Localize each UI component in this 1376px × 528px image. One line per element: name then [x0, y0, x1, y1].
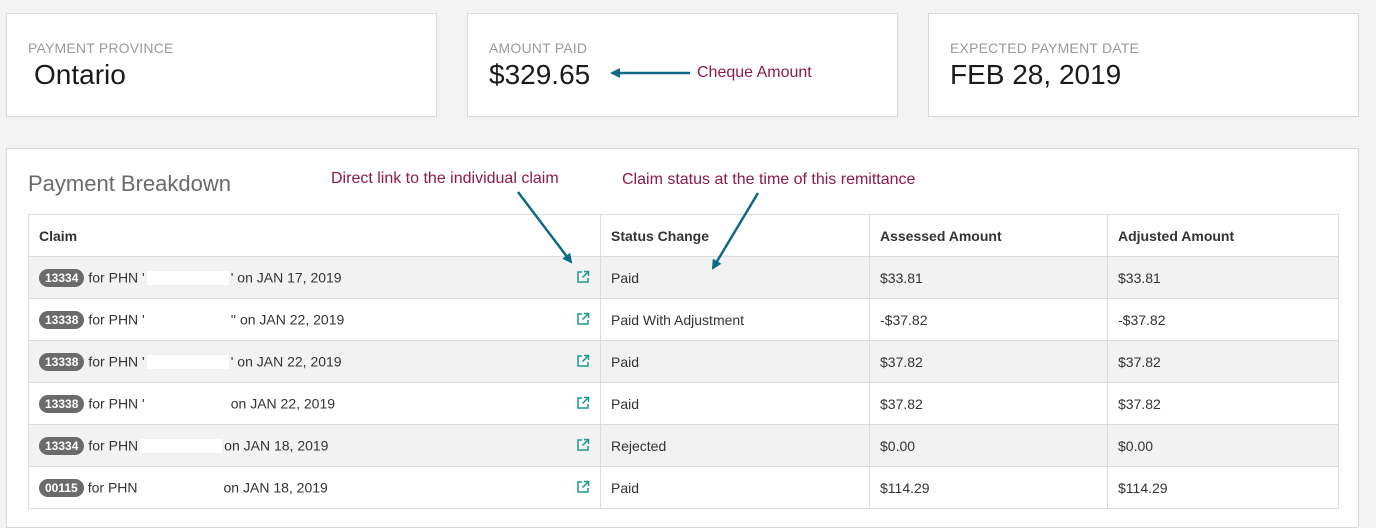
assessed-amount-cell: $33.81 — [869, 256, 1108, 299]
adjusted-amount-cell: $33.81 — [1107, 256, 1339, 299]
status-change-cell: Rejected — [600, 424, 870, 467]
claim-cell: 00115 for PHN on JAN 18, 2019 — [28, 466, 601, 509]
payment-province-value: Ontario — [34, 59, 126, 90]
claim-cell: 13338 for PHN ' ' on JAN 22, 2019 — [28, 340, 601, 383]
payment-breakdown-table: Claim Status Change Assessed Amount Adju… — [28, 214, 1339, 509]
claim-date-text: '' on JAN 22, 2019 — [230, 311, 345, 328]
column-header-claim: Claim — [28, 214, 601, 257]
assessed-amount-cell: $37.82 — [869, 382, 1108, 425]
external-link-icon[interactable] — [576, 396, 590, 410]
adjusted-amount-cell: -$37.82 — [1107, 298, 1339, 341]
assessed-amount-cell: $114.29 — [869, 466, 1108, 509]
amount-paid-label: AMOUNT PAID — [489, 40, 588, 56]
assessed-amount-cell: $0.00 — [869, 424, 1108, 467]
table-row: 13334 for PHN on JAN 18, 2019 Rejected $0.… — [28, 424, 1339, 467]
claim-date-text: on JAN 22, 2019 — [230, 395, 336, 412]
assessed-amount-cell: -$37.82 — [869, 298, 1108, 341]
claim-phn-prefix: for PHN — [87, 479, 138, 496]
status-change-cell: Paid — [600, 256, 870, 299]
claim-cell: 13338 for PHN ' '' on JAN 22, 2019 — [28, 298, 601, 341]
amount-paid-card: AMOUNT PAID $329.65 — [467, 13, 898, 117]
claim-phn-prefix: for PHN ' — [88, 395, 145, 412]
claim-link-annotation: Direct link to the individual claim — [331, 170, 559, 187]
amount-paid-value: $329.65 — [489, 59, 591, 90]
redacted-phn — [146, 312, 229, 327]
external-link-icon[interactable] — [576, 438, 590, 452]
expected-payment-date-value: FEB 28, 2019 — [950, 59, 1122, 90]
payment-breakdown-title: Payment Breakdown — [28, 171, 231, 196]
external-link-icon[interactable] — [576, 312, 590, 326]
redacted-phn — [146, 270, 229, 285]
claim-phn-prefix: for PHN ' — [88, 269, 145, 286]
claim-phn-prefix: for PHN ' — [88, 311, 145, 328]
expected-payment-date-label: EXPECTED PAYMENT DATE — [950, 40, 1140, 56]
redacted-phn — [146, 396, 229, 411]
claim-id-badge[interactable]: 13334 — [39, 436, 85, 455]
claim-id-badge[interactable]: 13338 — [39, 352, 85, 371]
external-link-icon[interactable] — [576, 480, 590, 494]
cheque-amount-annotation: Cheque Amount — [697, 64, 812, 81]
status-change-cell: Paid With Adjustment — [600, 298, 870, 341]
claim-id-badge[interactable]: 13338 — [39, 310, 85, 329]
table-row: 00115 for PHN on JAN 18, 2019 Paid $114.29… — [28, 466, 1339, 509]
claim-cell: 13334 for PHN ' ' on JAN 17, 2019 — [28, 256, 601, 299]
table-header-row: Claim Status Change Assessed Amount Adju… — [28, 214, 1339, 257]
adjusted-amount-cell: $114.29 — [1107, 466, 1339, 509]
claim-date-text: on JAN 18, 2019 — [224, 437, 329, 454]
adjusted-amount-cell: $37.82 — [1107, 382, 1339, 425]
status-change-cell: Paid — [600, 340, 870, 383]
adjusted-amount-cell: $0.00 — [1107, 424, 1339, 467]
claim-id-badge[interactable]: 13338 — [39, 394, 85, 413]
claim-date-text: ' on JAN 22, 2019 — [230, 353, 342, 370]
expected-payment-date-card: EXPECTED PAYMENT DATE FEB 28, 2019 — [928, 13, 1359, 117]
claim-date-text: on JAN 18, 2019 — [223, 479, 328, 496]
redacted-phn — [139, 480, 222, 495]
claim-phn-prefix: for PHN ' — [88, 353, 145, 370]
column-header-status-change: Status Change — [600, 214, 870, 257]
table-row: 13338 for PHN ' on JAN 22, 2019 Paid $37.8… — [28, 382, 1339, 425]
payment-breakdown-panel: Payment Breakdown Claim Status Change As… — [6, 148, 1359, 528]
external-link-icon[interactable] — [576, 354, 590, 368]
status-change-cell: Paid — [600, 382, 870, 425]
table-row: 13338 for PHN ' '' on JAN 22, 2019 Paid Wi… — [28, 298, 1339, 341]
claim-cell: 13338 for PHN ' on JAN 22, 2019 — [28, 382, 601, 425]
claim-phn-prefix: for PHN — [88, 437, 139, 454]
claim-id-badge[interactable]: 00115 — [39, 478, 84, 497]
assessed-amount-cell: $37.82 — [869, 340, 1108, 383]
claim-status-annotation: Claim status at the time of this remitta… — [622, 171, 916, 188]
redacted-phn — [140, 438, 223, 453]
external-link-icon[interactable] — [576, 270, 590, 284]
claim-cell: 13334 for PHN on JAN 18, 2019 — [28, 424, 601, 467]
column-header-assessed-amount: Assessed Amount — [869, 214, 1108, 257]
table-row: 13334 for PHN ' ' on JAN 17, 2019 Paid $33… — [28, 256, 1339, 299]
claim-id-badge[interactable]: 13334 — [39, 268, 85, 287]
redacted-phn — [146, 354, 229, 369]
payment-province-card: PAYMENT PROVINCE Ontario — [6, 13, 437, 117]
status-change-cell: Paid — [600, 466, 870, 509]
table-row: 13338 for PHN ' ' on JAN 22, 2019 Paid $37… — [28, 340, 1339, 383]
adjusted-amount-cell: $37.82 — [1107, 340, 1339, 383]
payment-province-label: PAYMENT PROVINCE — [28, 40, 174, 56]
claim-date-text: ' on JAN 17, 2019 — [230, 269, 342, 286]
column-header-adjusted-amount: Adjusted Amount — [1107, 214, 1339, 257]
